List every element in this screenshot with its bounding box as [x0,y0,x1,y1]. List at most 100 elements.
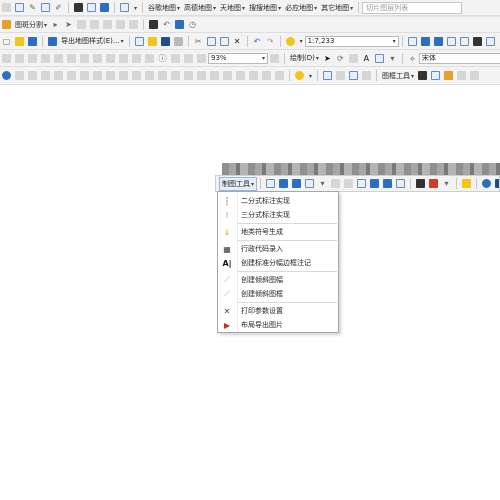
folder-icon[interactable] [396,179,406,188]
merge-icon[interactable] [103,20,113,29]
layout-zoom-icon[interactable] [270,53,279,63]
menu-item-land-symbol[interactable]: ↓ 地类符号生成 [218,225,338,239]
zoom-combo[interactable]: 93% ▾ [208,52,268,64]
add-data-dropdown[interactable] [299,37,303,45]
grid-icon[interactable] [87,3,96,12]
frame-dot-icon[interactable] [418,71,428,80]
prev-extent-icon[interactable] [119,53,128,63]
menu-google-map[interactable]: 谷歌地图 [148,3,180,13]
monitor-icon[interactable] [120,3,129,12]
magnifier-icon[interactable] [223,71,232,80]
next-extent-icon[interactable] [132,53,141,63]
arrow-down-small-icon[interactable]: ▾ [318,179,327,188]
grid-layout-icon[interactable] [323,71,333,80]
toolbox-icon[interactable] [459,36,469,46]
select-arrow-icon[interactable] [93,71,102,80]
zoom-in-icon[interactable] [15,71,24,80]
reshape-icon[interactable] [129,20,139,29]
yellow-arrow-down-icon[interactable] [462,179,472,188]
xy-icon[interactable] [100,3,109,12]
monitor-dropdown[interactable] [133,4,137,12]
table-icon[interactable] [41,3,50,12]
menu-item-std-annotation[interactable]: A| 创建标准分幅边框注记 [218,256,338,270]
scissors-icon[interactable]: ✂ [194,37,203,46]
menu-item-fraction-2[interactable]: ┆ 二分式标注实现 [218,194,338,208]
swipe-icon[interactable] [197,71,206,80]
cursor-icon[interactable]: ➤ [64,20,73,29]
brush-icon[interactable]: ✐ [54,3,63,12]
draw-menu-button[interactable]: 绘制(D) [290,53,319,63]
tile-split-icon[interactable] [2,20,11,29]
map-image-icon[interactable] [279,179,289,188]
menu-tianditu[interactable]: 天地图 [220,3,245,13]
map-view-icon[interactable] [292,179,302,188]
undo-icon[interactable]: ↶ [253,37,262,46]
search-window-icon[interactable] [446,36,456,46]
menu-bing-map[interactable]: 必应地图 [285,3,317,13]
copy-icon[interactable] [90,20,100,29]
new-doc-icon[interactable] [134,36,144,46]
info-circle-icon[interactable]: ⓘ [158,54,167,63]
delete-icon[interactable]: ✕ [233,37,242,46]
export-icon[interactable] [416,179,426,188]
identify-icon[interactable] [145,53,154,63]
layers-icon[interactable] [370,179,380,188]
frame-tool-icon[interactable] [457,71,467,80]
pan-icon[interactable] [41,71,50,80]
export-style-icon[interactable] [48,36,57,46]
toggle-draft-icon[interactable] [106,53,115,63]
layout-tool-2-icon[interactable] [362,71,372,80]
frame-tool-2-icon[interactable] [470,71,480,80]
undo-small-icon[interactable]: ↶ [162,20,171,29]
search-zoom-icon[interactable] [482,179,492,188]
sketch-icon[interactable] [149,20,159,29]
html-popup-icon[interactable] [119,71,128,80]
clock-icon[interactable]: ◷ [188,20,197,29]
zoom-100-icon[interactable] [80,53,89,63]
tile-split-button[interactable]: 图斑分割 [15,20,47,30]
save-disk-icon[interactable] [160,36,170,46]
full-extent-icon[interactable] [54,71,63,80]
tile-layer-list-input[interactable]: 切片图层列表 [362,1,463,14]
zoom-out-page-icon[interactable] [15,53,24,63]
menu-item-export-image[interactable]: ▶ 布局导出图片 [218,318,338,332]
rectangle-icon[interactable] [348,53,358,63]
export-image-tool-icon[interactable] [429,179,439,188]
open-icon[interactable] [15,36,24,46]
select-elements-icon[interactable]: ➤ [323,54,332,63]
catalog-icon[interactable] [433,36,443,46]
floating-toolbar-titlebar[interactable] [222,163,500,175]
text-tool-icon[interactable]: A [362,54,371,63]
print-icon[interactable] [173,36,183,46]
python-icon[interactable] [485,36,495,46]
menu-item-print-settings[interactable]: ✕ 打印参数设置 [218,304,338,318]
flicker-icon[interactable] [210,71,219,80]
redo-icon[interactable]: ↷ [266,37,275,46]
frame-square-icon[interactable] [305,179,315,188]
fixed-zoom-out-icon[interactable] [67,53,76,63]
save-icon[interactable] [28,36,37,46]
menu-gaode-map[interactable]: 高德地图 [184,3,216,13]
globe-icon[interactable] [2,71,11,80]
scale-combo[interactable]: 1:7,233 ▾ [304,35,399,47]
paste-icon[interactable] [219,36,229,46]
menu-soso-map[interactable]: 搜搜地图 [249,3,281,13]
menu-item-admin-code[interactable]: ▦ 行政代码录入 [218,242,338,256]
zoom-out-icon[interactable] [28,71,37,80]
map-search-icon[interactable] [383,179,393,188]
command-line-icon[interactable] [472,36,482,46]
rotate-icon[interactable]: ⟳ [336,54,345,63]
frame-icon[interactable] [431,71,441,80]
arrow-down-small-icon[interactable]: ▾ [442,179,451,188]
page-icon[interactable] [15,3,24,12]
binoculars-icon[interactable] [74,3,83,12]
pointer-icon[interactable]: ▸ [51,20,60,29]
menu-item-tilted-sheet[interactable]: ⟋ 创建倾斜图幅 [218,273,338,287]
route-tool-icon[interactable] [275,71,284,80]
grid2-icon[interactable] [357,179,367,188]
time-slider-icon[interactable] [171,71,180,80]
export-map-style-button[interactable]: 导出地图样式(E)... [61,36,124,46]
toc-icon[interactable] [420,36,430,46]
paint-icon[interactable] [444,71,454,80]
zoom-in-page-icon[interactable] [2,53,11,63]
